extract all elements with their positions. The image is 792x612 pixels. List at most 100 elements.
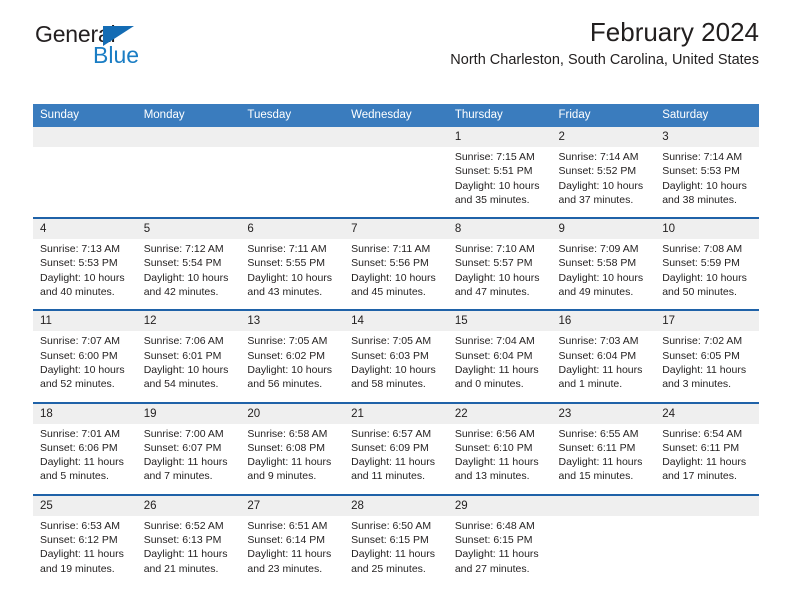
day-number-4[interactable]: 4 (33, 219, 137, 240)
day-cell-empty (33, 147, 137, 218)
day-info-line: and 9 minutes. (247, 470, 317, 483)
day-info-line: Sunrise: 6:54 AM (662, 427, 743, 440)
week-detail-row: Sunrise: 7:15 AM Sunset: 5:51 PM Daylight:… (33, 147, 759, 218)
day-info-line: and 25 minutes. (351, 562, 426, 575)
weekday-header-thursday: Thursday (447, 104, 552, 127)
day-cell-22[interactable]: Sunrise: 6:56 AM Sunset: 6:10 PM Daylight:… (447, 423, 552, 494)
day-cell-20[interactable]: Sunrise: 6:58 AM Sunset: 6:08 PM Daylight:… (240, 423, 345, 494)
general-blue-logo[interactable]: General Blue (33, 22, 233, 74)
day-cell-1[interactable]: Sunrise: 7:15 AM Sunset: 5:51 PM Daylight:… (447, 147, 552, 218)
day-cell-26[interactable]: Sunrise: 6:52 AM Sunset: 6:13 PM Daylight:… (136, 515, 241, 586)
day-info-line: Sunset: 6:15 PM (454, 534, 533, 547)
day-cell-6[interactable]: Sunrise: 7:11 AM Sunset: 5:55 PM Daylight:… (240, 239, 345, 310)
day-number-17[interactable]: 17 (655, 311, 759, 332)
day-number-2[interactable]: 2 (551, 127, 656, 147)
day-info-line: and 50 minutes. (662, 286, 737, 299)
day-number-10[interactable]: 10 (655, 219, 759, 240)
day-info-line: Daylight: 11 hours (454, 363, 539, 376)
day-cell-16[interactable]: Sunrise: 7:03 AM Sunset: 6:04 PM Daylight:… (551, 331, 656, 402)
day-cell-24[interactable]: Sunrise: 6:54 AM Sunset: 6:11 PM Daylight:… (655, 423, 759, 494)
day-info-line: Sunset: 5:55 PM (247, 257, 326, 270)
day-info-line: Daylight: 11 hours (351, 456, 435, 469)
day-cell-empty (136, 147, 241, 218)
day-number-21[interactable]: 21 (344, 403, 448, 424)
day-number-7[interactable]: 7 (344, 219, 448, 240)
day-cell-7[interactable]: Sunrise: 7:11 AM Sunset: 5:56 PM Daylight:… (344, 239, 448, 310)
day-info-line: Sunrise: 7:13 AM (40, 243, 120, 256)
weekday-header-friday: Friday (551, 104, 656, 127)
day-cell-28[interactable]: Sunrise: 6:50 AM Sunset: 6:15 PM Daylight:… (344, 515, 448, 586)
day-cell-15[interactable]: Sunrise: 7:04 AM Sunset: 6:04 PM Daylight:… (447, 331, 552, 402)
day-info-line: and 43 minutes. (247, 286, 323, 299)
day-cell-5[interactable]: Sunrise: 7:12 AM Sunset: 5:54 PM Daylight:… (136, 239, 241, 310)
page-title: February 2024 (589, 17, 759, 47)
day-number-8[interactable]: 8 (447, 219, 552, 240)
day-info-line: Sunset: 6:06 PM (40, 441, 118, 454)
day-number-13[interactable]: 13 (240, 311, 345, 332)
day-info-line: and 19 minutes. (40, 562, 115, 575)
day-number-14[interactable]: 14 (344, 311, 448, 332)
day-cell-13[interactable]: Sunrise: 7:05 AM Sunset: 6:02 PM Daylight:… (240, 331, 345, 402)
weekday-header-row: Sunday Monday Tuesday Wednesday Thursday… (33, 104, 759, 127)
day-number-23[interactable]: 23 (551, 403, 656, 424)
day-number-15[interactable]: 15 (447, 311, 552, 332)
week-daynumber-row: 11 12 13 14 15 16 17 (33, 311, 759, 332)
day-number-5[interactable]: 5 (136, 219, 241, 240)
day-info-line: Daylight: 11 hours (40, 456, 124, 469)
day-info-line: Sunset: 6:08 PM (247, 441, 326, 454)
day-number-6[interactable]: 6 (240, 219, 345, 240)
day-info-line: Sunset: 6:03 PM (351, 349, 429, 362)
day-cell-14[interactable]: Sunrise: 7:05 AM Sunset: 6:03 PM Daylight:… (344, 331, 448, 402)
day-number-11[interactable]: 11 (33, 311, 137, 332)
day-info-line: and 0 minutes. (454, 378, 524, 391)
day-cell-23[interactable]: Sunrise: 6:55 AM Sunset: 6:11 PM Daylight:… (551, 423, 656, 494)
day-info-line: Daylight: 11 hours (143, 456, 228, 469)
day-number-12[interactable]: 12 (136, 311, 241, 332)
day-info-line: Sunrise: 7:09 AM (558, 243, 639, 256)
day-info-line: and 21 minutes. (143, 562, 219, 575)
day-number-26[interactable]: 26 (136, 495, 241, 516)
day-number-24[interactable]: 24 (655, 403, 759, 424)
day-cell-18[interactable]: Sunrise: 7:01 AM Sunset: 6:06 PM Daylight:… (33, 423, 137, 494)
day-cell-10[interactable]: Sunrise: 7:08 AM Sunset: 5:59 PM Daylight:… (655, 239, 759, 310)
day-number-20[interactable]: 20 (240, 403, 345, 424)
day-info-line: Sunset: 6:02 PM (247, 349, 326, 362)
day-cell-29[interactable]: Sunrise: 6:48 AM Sunset: 6:15 PM Daylight:… (447, 515, 552, 586)
day-number-27[interactable]: 27 (240, 495, 345, 516)
day-number-3[interactable]: 3 (655, 127, 759, 147)
day-cell-11[interactable]: Sunrise: 7:07 AM Sunset: 6:00 PM Daylight:… (33, 331, 137, 402)
day-cell-17[interactable]: Sunrise: 7:02 AM Sunset: 6:05 PM Daylight:… (655, 331, 759, 402)
day-cell-9[interactable]: Sunrise: 7:09 AM Sunset: 5:58 PM Daylight:… (551, 239, 656, 310)
day-info-line: Daylight: 11 hours (247, 456, 332, 469)
day-info-line: Sunset: 5:58 PM (558, 257, 637, 270)
day-number-9[interactable]: 9 (551, 219, 656, 240)
day-info-line: Daylight: 11 hours (40, 548, 124, 561)
day-number-22[interactable]: 22 (447, 403, 552, 424)
day-cell-2[interactable]: Sunrise: 7:14 AM Sunset: 5:52 PM Daylight:… (551, 147, 656, 218)
day-cell-3[interactable]: Sunrise: 7:14 AM Sunset: 5:53 PM Daylight:… (655, 147, 759, 218)
day-number-29[interactable]: 29 (447, 495, 552, 516)
day-number-1[interactable]: 1 (447, 127, 552, 147)
day-info-line: Sunrise: 7:00 AM (143, 427, 224, 440)
day-cell-25[interactable]: Sunrise: 6:53 AM Sunset: 6:12 PM Daylight:… (33, 515, 137, 586)
day-info-line: Sunset: 5:54 PM (143, 257, 222, 270)
day-info-line: and 40 minutes. (40, 286, 115, 299)
day-cell-8[interactable]: Sunrise: 7:10 AM Sunset: 5:57 PM Daylight:… (447, 239, 552, 310)
day-info-line: Sunset: 6:10 PM (454, 441, 533, 454)
day-number-28[interactable]: 28 (344, 495, 448, 516)
day-info-line: Daylight: 11 hours (247, 548, 332, 561)
day-info-line: and 45 minutes. (351, 286, 426, 299)
day-number-16[interactable]: 16 (551, 311, 656, 332)
day-info-line: Sunset: 5:57 PM (454, 257, 533, 270)
day-number-18[interactable]: 18 (33, 403, 137, 424)
day-info-line: and 52 minutes. (40, 378, 115, 391)
day-cell-27[interactable]: Sunrise: 6:51 AM Sunset: 6:14 PM Daylight:… (240, 515, 345, 586)
day-info-line: Daylight: 10 hours (143, 271, 229, 284)
day-cell-21[interactable]: Sunrise: 6:57 AM Sunset: 6:09 PM Daylight:… (344, 423, 448, 494)
day-cell-4[interactable]: Sunrise: 7:13 AM Sunset: 5:53 PM Daylight:… (33, 239, 137, 310)
day-cell-12[interactable]: Sunrise: 7:06 AM Sunset: 6:01 PM Daylight:… (136, 331, 241, 402)
day-number-25[interactable]: 25 (33, 495, 137, 516)
day-number-19[interactable]: 19 (136, 403, 241, 424)
day-cell-19[interactable]: Sunrise: 7:00 AM Sunset: 6:07 PM Daylight:… (136, 423, 241, 494)
day-info-line: Daylight: 10 hours (40, 363, 125, 376)
